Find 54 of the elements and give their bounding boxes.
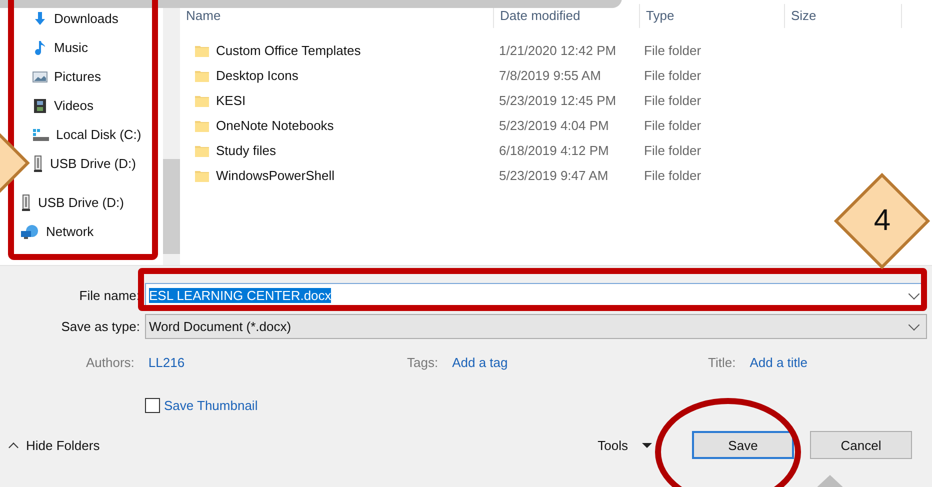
column-header[interactable]: Size <box>785 4 902 28</box>
nav-item[interactable]: USB Drive (D:) <box>32 149 136 178</box>
nav-item[interactable]: Downloads <box>32 4 118 33</box>
property-link[interactable]: Add a title <box>750 354 808 370</box>
field-label: Save as type: <box>60 319 141 334</box>
picture-icon <box>32 68 48 84</box>
nav-item[interactable]: USB Drive (D:) <box>20 188 124 217</box>
cancel-button[interactable]: Cancel <box>810 431 912 459</box>
property-label: Title: <box>708 354 736 370</box>
checkbox-label[interactable]: Save Thumbnail <box>164 398 258 412</box>
file-type-dropdown[interactable]: Word Document (*.docx) <box>145 314 927 339</box>
file-name[interactable]: KESI <box>216 93 246 108</box>
checkbox[interactable] <box>145 398 160 412</box>
music-note-icon <box>32 40 48 56</box>
type-cell-text: File folder <box>643 168 702 183</box>
property-label: Authors: <box>86 354 134 370</box>
property-link[interactable]: Add a tag <box>452 354 508 370</box>
nav-item[interactable]: Local Disk (C:) <box>32 120 142 149</box>
type-cell-text: File folder <box>643 93 702 108</box>
file-name[interactable]: WindowsPowerShell <box>216 168 334 183</box>
date-cell-text: 6/18/2019 4:12 PM <box>498 143 610 158</box>
nav-item[interactable]: Videos <box>32 91 94 120</box>
file-name[interactable]: Study files <box>216 143 276 158</box>
nav-item[interactable]: Network <box>20 217 94 246</box>
column-header[interactable]: Type <box>640 4 785 28</box>
date-cell-text: 5/23/2019 12:45 PM <box>498 93 618 108</box>
type-cell-text: File folder <box>643 43 702 58</box>
down-arrow-icon <box>32 10 48 26</box>
type-cell-text: File folder <box>643 68 702 83</box>
hide-folders-button[interactable]: Hide Folders <box>10 438 100 452</box>
hard-disk-icon <box>32 126 50 142</box>
nav-item[interactable]: Pictures <box>32 62 101 91</box>
tools-menu[interactable]: Tools <box>598 438 652 452</box>
usb-drive-icon <box>20 194 32 212</box>
property-link[interactable]: LL216 <box>148 354 185 370</box>
caret-icon <box>642 442 652 448</box>
file-name[interactable]: Custom Office Templates <box>216 43 361 58</box>
date-cell-text: 7/8/2019 9:55 AM <box>498 68 602 83</box>
type-cell-text: File folder <box>643 118 702 133</box>
pointer-arrow <box>815 475 845 487</box>
type-cell-text: File folder <box>643 143 702 158</box>
nav-item[interactable]: Music <box>32 33 88 62</box>
file-name[interactable]: OneNote Notebooks <box>216 118 334 133</box>
property-label: Tags: <box>407 354 438 370</box>
file-name[interactable]: Desktop Icons <box>216 68 298 83</box>
scrollbar[interactable] <box>163 8 180 265</box>
date-cell-text: 1/21/2020 12:42 PM <box>498 43 618 58</box>
date-cell-text: 5/23/2019 4:04 PM <box>498 118 610 133</box>
film-icon <box>32 98 48 114</box>
field-label: File name: <box>78 288 141 303</box>
globe-computer-icon <box>20 224 40 240</box>
save-button[interactable]: Save <box>692 431 794 459</box>
usb-drive-icon <box>32 154 44 172</box>
date-cell-text: 5/23/2019 9:47 AM <box>498 168 610 183</box>
